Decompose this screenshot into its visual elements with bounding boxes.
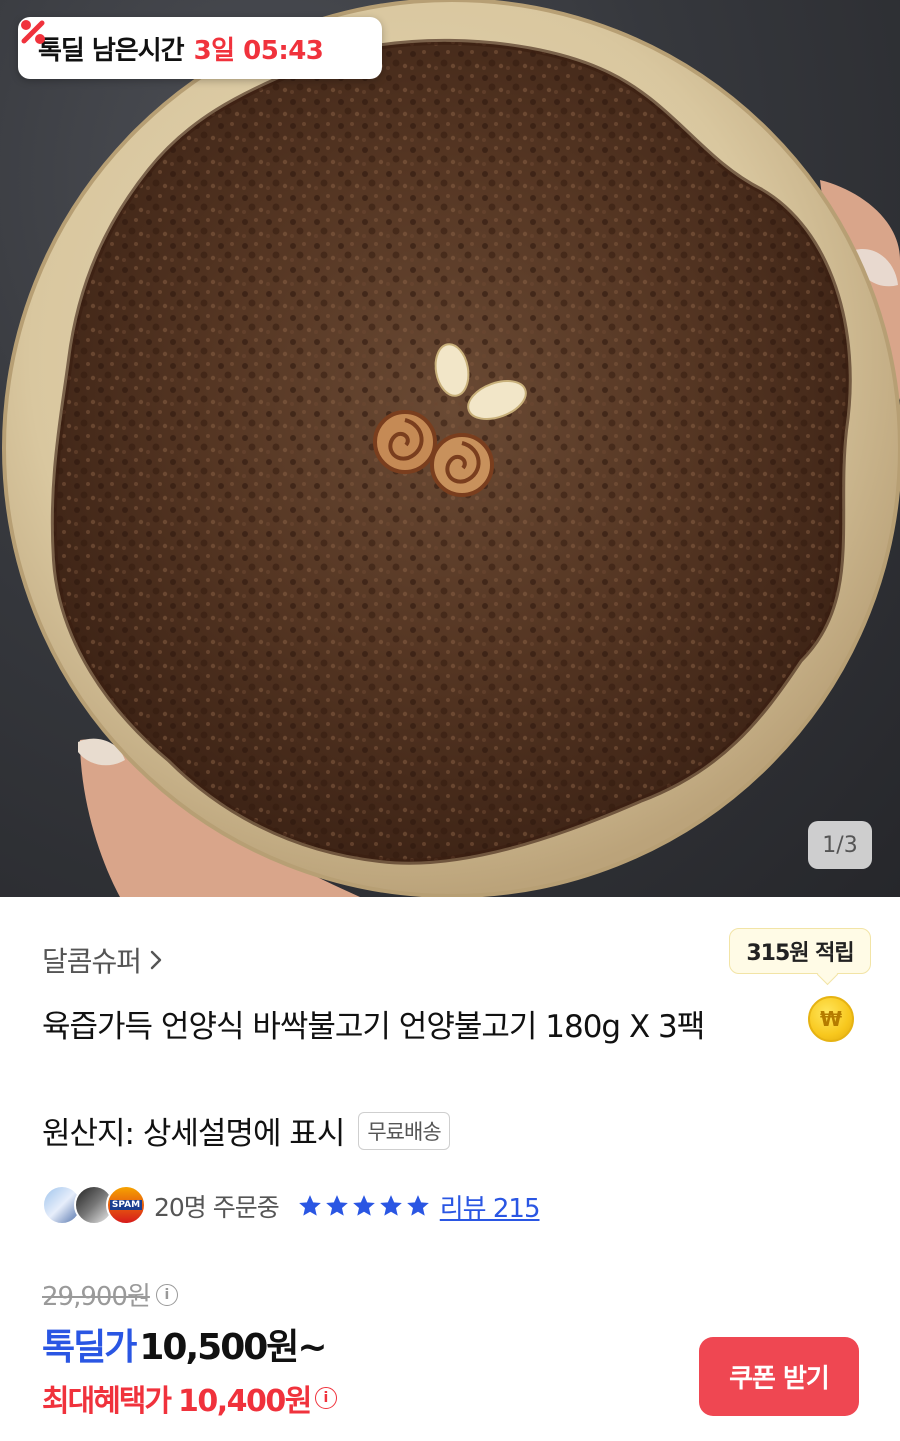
star-icon xyxy=(298,1195,321,1216)
max-benefit-label: 최대혜택가 xyxy=(42,1384,172,1419)
get-coupon-button[interactable]: 쿠폰 받기 xyxy=(699,1337,859,1416)
star-icon xyxy=(325,1195,348,1216)
max-benefit-price: 10,400원 xyxy=(178,1384,312,1419)
star-icon xyxy=(406,1195,429,1216)
free-shipping-badge: 무료배송 xyxy=(358,1111,450,1150)
origin-row: 원산지: 상세설명에 표시 무료배송 xyxy=(42,1108,450,1153)
orders-count: 20명 주문중 xyxy=(154,1193,280,1222)
product-title: 육즙가득 언양식 바싹불고기 언양불고기 180g X 3팩 xyxy=(42,1009,705,1045)
carousel-page-indicator: 1/3 xyxy=(808,821,872,869)
original-price-row: 29,900원 i xyxy=(42,1276,178,1313)
original-price: 29,900원 xyxy=(42,1282,151,1312)
deal-timer-chip: 톡딜 남은시간 3일 05:43 xyxy=(18,17,382,79)
buyer-avatars: SPAM xyxy=(42,1185,146,1227)
deal-price-row: 톡딜가 10,500원~ xyxy=(42,1318,328,1370)
max-benefit-row: 최대혜택가 10,400원 i xyxy=(42,1376,337,1420)
social-proof-row: SPAM 20명 주문중 리뷰 215 xyxy=(42,1185,540,1227)
info-icon[interactable]: i xyxy=(314,1387,337,1409)
reward-points-tooltip: 315원 적립 xyxy=(729,928,871,974)
seller-link[interactable]: 달콤슈퍼 xyxy=(42,940,163,980)
origin-text: 원산지: 상세설명에 표시 xyxy=(42,1116,345,1152)
star-icon xyxy=(379,1195,402,1216)
product-photo xyxy=(2,0,900,897)
avatar: SPAM xyxy=(106,1185,146,1225)
info-icon[interactable]: i xyxy=(155,1283,178,1306)
deal-price: 10,500원~ xyxy=(139,1327,327,1368)
deal-price-label: 톡딜가 xyxy=(42,1327,137,1368)
product-image-carousel[interactable]: 톡딜 남은시간 3일 05:43 1/3 xyxy=(0,0,900,897)
rating-stars[interactable] xyxy=(297,1193,432,1219)
star-icon xyxy=(352,1195,375,1216)
coin-symbol: ₩ xyxy=(819,1007,843,1031)
avatar-badge: SPAM xyxy=(109,1200,143,1210)
chevron-right-icon xyxy=(150,950,162,970)
deal-timer-countdown: 3일 05:43 xyxy=(193,35,324,66)
review-link[interactable]: 리뷰 215 xyxy=(440,1188,541,1225)
won-coin-icon[interactable]: ₩ xyxy=(808,996,854,1042)
deal-timer-label: 톡딜 남은시간 xyxy=(38,35,185,66)
percent-tag-icon xyxy=(21,20,45,44)
seller-name: 달콤슈퍼 xyxy=(42,945,142,978)
